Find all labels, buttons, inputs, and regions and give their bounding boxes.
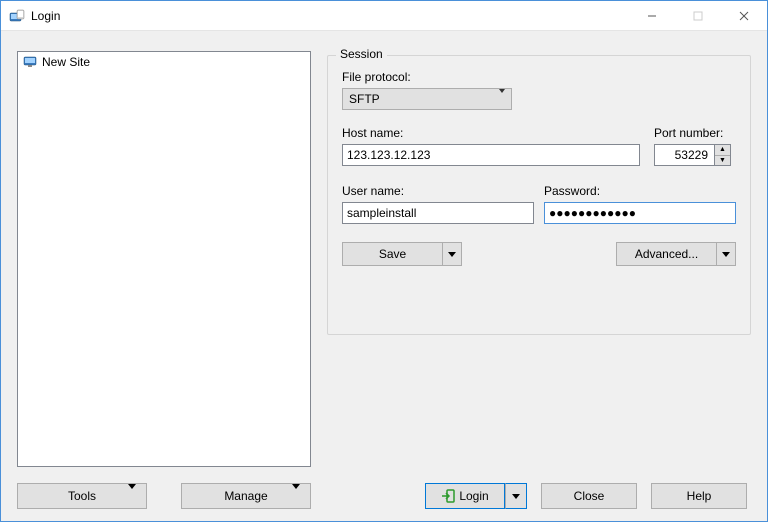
site-item-new-site[interactable]: New Site (18, 52, 310, 72)
app-icon (9, 8, 25, 24)
file-protocol-select[interactable]: SFTP (342, 88, 512, 110)
close-window-button[interactable] (721, 1, 767, 31)
monitor-icon (22, 54, 38, 70)
chevron-down-icon (128, 489, 136, 503)
user-name-label: User name: (342, 184, 404, 198)
user-name-input[interactable] (342, 202, 534, 224)
tools-button-label: Tools (68, 489, 96, 503)
chevron-down-icon (512, 494, 520, 499)
port-spin-down[interactable]: ▼ (715, 156, 730, 166)
save-button[interactable]: Save (342, 242, 442, 266)
port-number-field[interactable] (654, 144, 714, 166)
login-dropdown-button[interactable] (505, 483, 527, 509)
login-dialog-window: Login New Site (0, 0, 768, 522)
manage-button[interactable]: Manage (181, 483, 311, 509)
chevron-down-icon (292, 489, 300, 503)
chevron-down-icon (499, 93, 505, 107)
minimize-button[interactable] (629, 1, 675, 31)
port-number-input[interactable]: ▲ ▼ (654, 144, 736, 166)
chevron-down-icon (448, 252, 456, 257)
tools-button[interactable]: Tools (17, 483, 147, 509)
close-button-label: Close (574, 489, 605, 503)
port-spin-up[interactable]: ▲ (715, 145, 730, 156)
login-icon (441, 489, 455, 503)
site-item-label: New Site (42, 55, 90, 69)
maximize-button[interactable] (675, 1, 721, 31)
file-protocol-value: SFTP (349, 92, 380, 106)
advanced-dropdown-button[interactable] (716, 242, 736, 266)
advanced-button-label: Advanced... (635, 247, 698, 261)
advanced-button[interactable]: Advanced... (616, 242, 716, 266)
session-group: Session File protocol: SFTP Host name: P… (327, 55, 751, 335)
bottom-button-row: Tools Manage Login (17, 483, 751, 509)
save-button-label: Save (379, 247, 406, 261)
help-button[interactable]: Help (651, 483, 747, 509)
file-protocol-label: File protocol: (342, 70, 411, 84)
titlebar: Login (1, 1, 767, 31)
help-button-label: Help (687, 489, 712, 503)
close-button[interactable]: Close (541, 483, 637, 509)
login-button-label: Login (459, 489, 488, 503)
login-button[interactable]: Login (425, 483, 505, 509)
session-legend: Session (336, 47, 387, 61)
sites-panel[interactable]: New Site (17, 51, 311, 467)
manage-button-label: Manage (224, 489, 267, 503)
save-dropdown-button[interactable] (442, 242, 462, 266)
dialog-content: New Site Session File protocol: SFTP Hos… (1, 31, 767, 521)
password-input[interactable] (544, 202, 736, 224)
port-number-label: Port number: (654, 126, 723, 140)
host-name-label: Host name: (342, 126, 403, 140)
password-label: Password: (544, 184, 600, 198)
window-title: Login (31, 9, 60, 23)
login-split-button: Login (425, 483, 527, 509)
chevron-down-icon (722, 252, 730, 257)
host-name-input[interactable] (342, 144, 640, 166)
